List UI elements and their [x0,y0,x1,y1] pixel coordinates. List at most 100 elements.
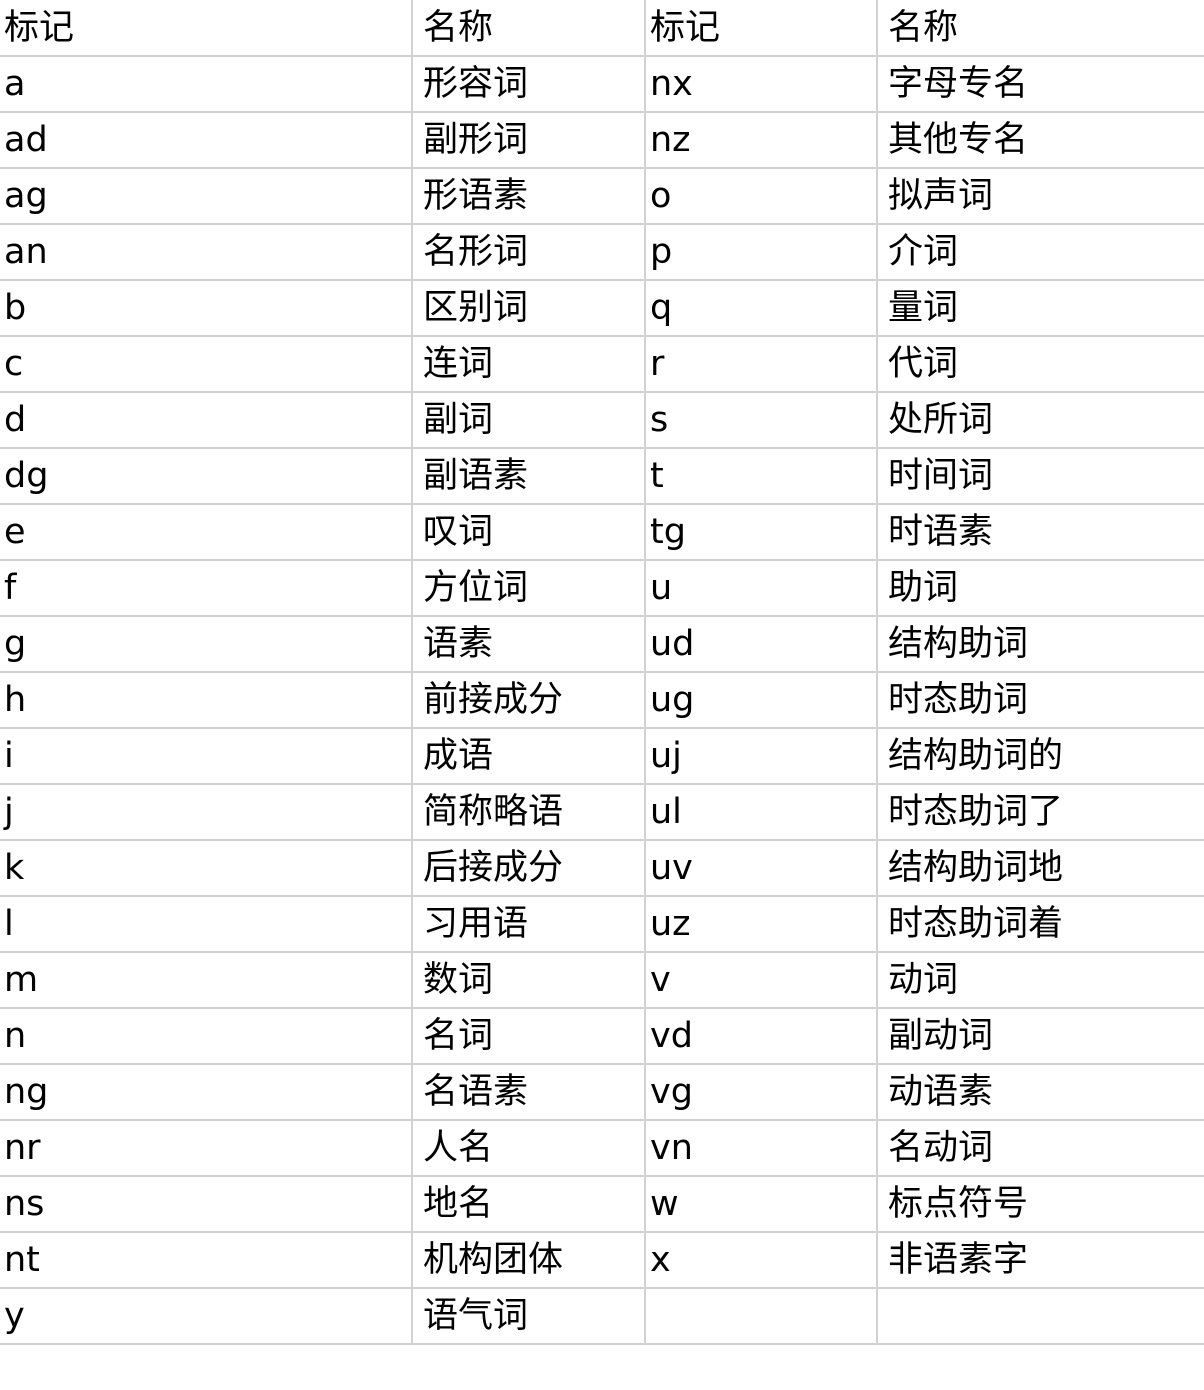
cell-tag-right: r [645,336,878,393]
table-row: g 语素 ud 结构助词 [0,616,1204,673]
table-row: a 形容词 nx 字母专名 [0,56,1204,113]
table-row: nr 人名 vn 名动词 [0,1120,1204,1177]
cell-name-right: 介词 [877,224,1204,281]
table-header-row: 标记 名称 标记 名称 [0,0,1204,57]
cell-name-right: 时语素 [877,504,1204,561]
cell-name-left: 名词 [412,1008,646,1065]
cell-name-right: 量词 [877,280,1204,337]
table-row: ns 地名 w 标点符号 [0,1176,1204,1233]
cell-name-right: 标点符号 [877,1176,1204,1233]
cell-name-right [877,1288,1204,1345]
table-row: an 名形词 p 介词 [0,224,1204,281]
cell-tag-right: v [645,952,878,1009]
cell-tag-right [645,1288,878,1345]
table-row: ng 名语素 vg 动语素 [0,1064,1204,1121]
cell-name-right: 动词 [877,952,1204,1009]
table-row: nt 机构团体 x 非语素字 [0,1232,1204,1289]
cell-tag-right: vd [645,1008,878,1065]
table-row: i 成语 uj 结构助词的 [0,728,1204,785]
cell-name-left: 副词 [412,392,646,449]
cell-tag-left: nr [0,1120,413,1177]
cell-name-left: 地名 [412,1176,646,1233]
cell-tag-right: q [645,280,878,337]
cell-name-right: 副动词 [877,1008,1204,1065]
cell-tag-right: nx [645,56,878,113]
table-row: ad 副形词 nz 其他专名 [0,112,1204,169]
table-body: a 形容词 nx 字母专名 ad 副形词 nz 其他专名 ag 形语素 o 拟声词 an 名形词 p 介词 b 区… [0,56,1204,1345]
cell-tag-right: ul [645,784,878,841]
cell-name-right: 处所词 [877,392,1204,449]
cell-name-left: 方位词 [412,560,646,617]
cell-name-right: 时态助词了 [877,784,1204,841]
cell-tag-left: ad [0,112,413,169]
table-row: c 连词 r 代词 [0,336,1204,393]
cell-name-left: 连词 [412,336,646,393]
cell-tag-left: d [0,392,413,449]
cell-tag-left: y [0,1288,413,1345]
cell-tag-right: uz [645,896,878,953]
cell-tag-left: j [0,784,413,841]
table-row: l 习用语 uz 时态助词着 [0,896,1204,953]
cell-tag-left: an [0,224,413,281]
table-row: m 数词 v 动词 [0,952,1204,1009]
cell-name-right: 结构助词 [877,616,1204,673]
cell-name-left: 成语 [412,728,646,785]
cell-tag-right: nz [645,112,878,169]
cell-name-left: 区别词 [412,280,646,337]
cell-tag-left: e [0,504,413,561]
cell-tag-right: t [645,448,878,505]
cell-tag-left: h [0,672,413,729]
table-row: e 叹词 tg 时语素 [0,504,1204,561]
table-row: d 副词 s 处所词 [0,392,1204,449]
cell-tag-left: dg [0,448,413,505]
cell-tag-left: c [0,336,413,393]
cell-tag-left: g [0,616,413,673]
cell-name-left: 前接成分 [412,672,646,729]
table-row: dg 副语素 t 时间词 [0,448,1204,505]
table-row: n 名词 vd 副动词 [0,1008,1204,1065]
table-row: h 前接成分 ug 时态助词 [0,672,1204,729]
cell-tag-right: u [645,560,878,617]
cell-tag-right: p [645,224,878,281]
cell-tag-right: tg [645,504,878,561]
cell-name-right: 字母专名 [877,56,1204,113]
cell-tag-right: ug [645,672,878,729]
cell-name-left: 副语素 [412,448,646,505]
cell-tag-left: ng [0,1064,413,1121]
cell-name-right: 动语素 [877,1064,1204,1121]
cell-name-left: 习用语 [412,896,646,953]
cell-name-left: 语素 [412,616,646,673]
cell-name-right: 时态助词 [877,672,1204,729]
cell-tag-left: ns [0,1176,413,1233]
cell-tag-right: ud [645,616,878,673]
cell-name-right: 拟声词 [877,168,1204,225]
cell-tag-left: m [0,952,413,1009]
part-of-speech-tag-table: 标记 名称 标记 名称 a 形容词 nx 字母专名 ad 副形词 nz 其他专名 ag 形语素 o 拟… [0,0,1204,1345]
cell-name-left: 机构团体 [412,1232,646,1289]
cell-name-right: 时态助词着 [877,896,1204,953]
cell-tag-left: l [0,896,413,953]
cell-tag-left: b [0,280,413,337]
cell-tag-right: o [645,168,878,225]
table-row: j 简称略语 ul 时态助词了 [0,784,1204,841]
cell-name-left: 人名 [412,1120,646,1177]
cell-tag-right: w [645,1176,878,1233]
table-row: b 区别词 q 量词 [0,280,1204,337]
table-row: ag 形语素 o 拟声词 [0,168,1204,225]
cell-name-right: 结构助词地 [877,840,1204,897]
column-header-name-right: 名称 [877,0,1204,57]
cell-name-left: 简称略语 [412,784,646,841]
cell-tag-left: ag [0,168,413,225]
cell-name-left: 名语素 [412,1064,646,1121]
table-header: 标记 名称 标记 名称 [0,0,1204,57]
cell-name-left: 数词 [412,952,646,1009]
cell-name-right: 其他专名 [877,112,1204,169]
cell-name-left: 后接成分 [412,840,646,897]
cell-name-left: 叹词 [412,504,646,561]
table-row: f 方位词 u 助词 [0,560,1204,617]
cell-name-right: 名动词 [877,1120,1204,1177]
cell-tag-right: uv [645,840,878,897]
cell-name-right: 代词 [877,336,1204,393]
cell-tag-left: k [0,840,413,897]
table-row: k 后接成分 uv 结构助词地 [0,840,1204,897]
